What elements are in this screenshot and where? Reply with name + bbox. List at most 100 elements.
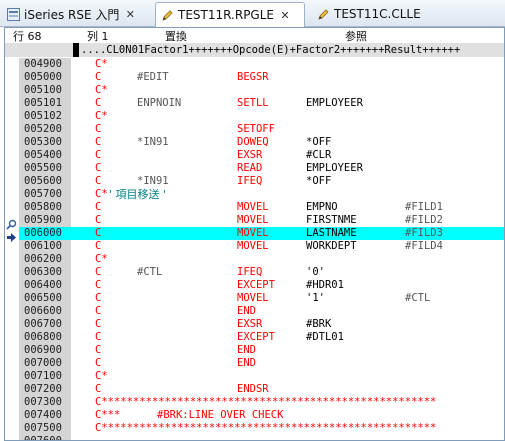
source-line[interactable]: 005102 C*	[19, 110, 504, 123]
factor2: #DTL01	[306, 331, 344, 343]
opcode: END	[237, 344, 256, 356]
source-line[interactable]: 005400 C EXSR #CLR	[19, 149, 504, 162]
factor2: *OFF	[306, 136, 332, 148]
factor2: EMPLOYEER	[306, 162, 363, 174]
opcode: EXCEPT	[237, 331, 275, 343]
source-line[interactable]: 006600 C END	[19, 305, 504, 318]
sequence-number: 005500	[19, 162, 71, 175]
factor2: EMPNO	[306, 201, 338, 213]
rse-view-icon	[6, 7, 20, 21]
source-editor[interactable]: 行 68 列 1 置換 参照 ....CL0N01Factor1+++++++O…	[4, 27, 505, 441]
source-line[interactable]: 006200 C*	[19, 253, 504, 266]
tab-test11c-clle[interactable]: TEST11C.CLLE	[312, 3, 462, 25]
search-result-icon	[6, 215, 17, 230]
source-line[interactable]: 007500 C*********************************…	[19, 422, 504, 435]
source-line[interactable]: 006000 C MOVEL LASTNAME #FILD3	[19, 227, 504, 240]
close-icon[interactable]: ✕	[279, 9, 291, 22]
source-line[interactable]: 005800 C MOVEL EMPNO #FILD1	[19, 201, 504, 214]
factor2: #CLR	[306, 149, 332, 161]
source-line[interactable]: 006100 C MOVEL WORKDEPT #FILD4	[19, 240, 504, 253]
sequence-number: 005800	[19, 201, 71, 214]
spec-type: C	[95, 149, 102, 161]
factor1: ENPNOIN	[137, 97, 182, 109]
source-line[interactable]: 007100 C*	[19, 370, 504, 383]
result-field: #FILD1	[405, 201, 443, 213]
annotation-gutter	[5, 58, 19, 440]
factor2: WORKDEPT	[306, 240, 357, 252]
opcode: END	[237, 357, 256, 369]
source-line[interactable]: 005200 C SETOFF	[19, 123, 504, 136]
source-line[interactable]: 007600	[19, 435, 504, 440]
source-line[interactable]: 005300 C *IN91 DOWEQ *OFF	[19, 136, 504, 149]
spec-type: C	[95, 162, 102, 174]
source-line[interactable]: 005101 C ENPNOIN SETLL EMPLOYEER	[19, 97, 504, 110]
source-line[interactable]: 006900 C END	[19, 344, 504, 357]
source-line[interactable]: 005500 C READ EMPLOYEER	[19, 162, 504, 175]
opcode: DOWEQ	[237, 136, 269, 148]
source-line[interactable]: 006300 C #CTL IFEQ '0'	[19, 266, 504, 279]
sequence-number: 006800	[19, 331, 71, 344]
spec-type: C	[95, 292, 102, 304]
comment-text: ' 項目移送 '	[109, 188, 167, 201]
opcode: END	[237, 305, 256, 317]
sequence-number: 006200	[19, 253, 71, 266]
source-line[interactable]: 006700 C EXSR #BRK	[19, 318, 504, 331]
result-field: #FILD4	[405, 240, 443, 252]
opcode: EXCEPT	[237, 279, 275, 291]
sequence-number: 005600	[19, 175, 71, 188]
source-line[interactable]: 006400 C EXCEPT #HDR01	[19, 279, 504, 292]
column-ruler: ....CL0N01Factor1+++++++Opcode(E)+Factor…	[5, 43, 504, 57]
close-icon[interactable]: ✕	[124, 8, 136, 21]
source-line[interactable]: 007000 C END	[19, 357, 504, 370]
source-line[interactable]: 005600 C *IN91 IFEQ *OFF	[19, 175, 504, 188]
source-line[interactable]: 007200 C ENDSR	[19, 383, 504, 396]
source-line[interactable]: 007300 C*********************************…	[19, 396, 504, 409]
source-line[interactable]: 005100 C*	[19, 84, 504, 97]
source-line[interactable]: 005900 C MOVEL FIRSTNME #FILD2	[19, 214, 504, 227]
sequence-number: 007200	[19, 383, 71, 396]
spec-type: C	[95, 357, 102, 369]
spec-type: C	[95, 175, 102, 187]
sequence-number: 007500	[19, 422, 71, 435]
sequence-number: 005101	[19, 97, 71, 110]
sequence-number: 007300	[19, 396, 71, 409]
opcode: BEGSR	[237, 71, 269, 83]
sequence-number: 006100	[19, 240, 71, 253]
source-line[interactable]: 007400 C*** #BRK:LINE OVER CHECK	[19, 409, 504, 422]
opcode: IFEQ	[237, 175, 263, 187]
spec-type: C	[95, 136, 102, 148]
factor2: '1'	[306, 292, 325, 304]
spec-type: C	[95, 201, 102, 213]
sequence-number: 006500	[19, 292, 71, 305]
factor2: '0'	[306, 266, 325, 278]
source-line[interactable]: 004900 C*	[19, 58, 504, 71]
source-lines[interactable]: 004900 C* 005000 C #EDIT BEGSR 005100 C* 005101 C…	[19, 58, 504, 440]
spec-type: C	[95, 344, 102, 356]
ruler-cursor-mark	[73, 43, 79, 57]
source-line[interactable]: 006500 C MOVEL '1' #CTL	[19, 292, 504, 305]
source-line[interactable]: 005000 C #EDIT BEGSR	[19, 71, 504, 84]
opcode: MOVEL	[237, 201, 269, 213]
spec-type: C	[95, 331, 102, 343]
spec-type: C	[95, 240, 102, 252]
spec-type: C*	[95, 84, 108, 96]
editor-tab-bar: iSeries RSE 入門 ✕ TEST11R.RPGLE ✕ TEST11C…	[0, 0, 505, 27]
tab-test11r-rpgle[interactable]: TEST11R.RPGLE ✕	[155, 2, 305, 27]
factor1: #CTL	[137, 266, 163, 278]
ruler-text: ....CL0N01Factor1+++++++Opcode(E)+Factor…	[81, 44, 461, 56]
result-field: #FILD3	[405, 227, 443, 239]
result-field: #CTL	[405, 292, 431, 304]
source-line[interactable]: 006800 C EXCEPT #DTL01	[19, 331, 504, 344]
row-indicator: 行 68	[13, 30, 42, 43]
source-line[interactable]: 005700 C* ' 項目移送 '	[19, 188, 504, 201]
factor2: #HDR01	[306, 279, 344, 291]
sequence-number: 006300	[19, 266, 71, 279]
pencil-edit-icon	[160, 8, 174, 22]
spec-type: C*	[95, 58, 108, 70]
tab-label: TEST11C.CLLE	[334, 7, 421, 21]
comment-stars: C***	[95, 409, 121, 421]
opcode: MOVEL	[237, 214, 269, 226]
factor2: FIRSTNME	[306, 214, 357, 226]
spec-type: C*	[95, 253, 108, 265]
tab-rse-intro[interactable]: iSeries RSE 入門 ✕	[2, 3, 153, 25]
